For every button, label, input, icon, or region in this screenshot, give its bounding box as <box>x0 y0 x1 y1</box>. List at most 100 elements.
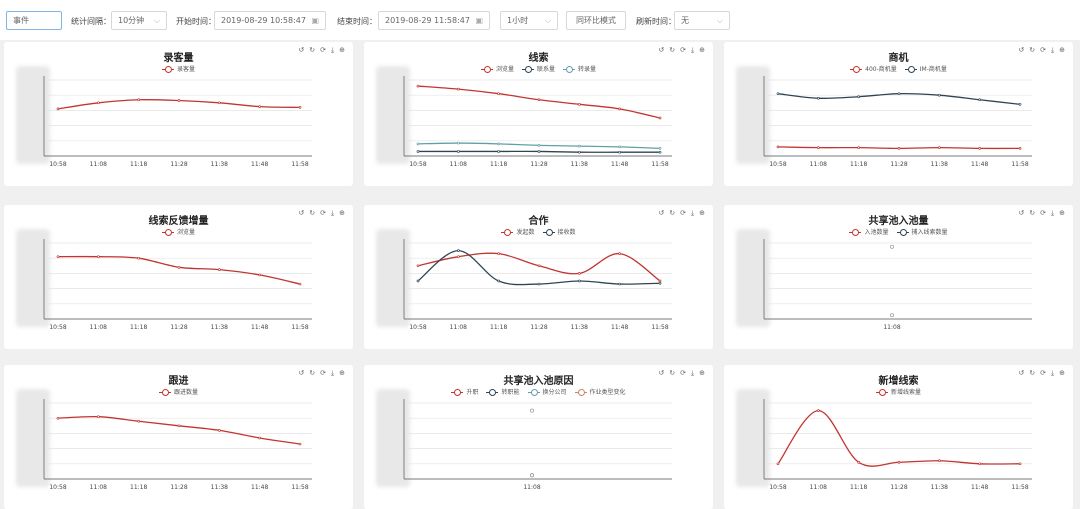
data-point[interactable] <box>577 144 581 148</box>
data-point[interactable] <box>96 255 100 259</box>
data-point[interactable] <box>137 256 141 260</box>
data-point[interactable] <box>298 282 302 286</box>
data-point[interactable] <box>978 462 982 466</box>
data-point[interactable] <box>1018 102 1022 106</box>
data-point[interactable] <box>497 252 501 255</box>
data-point[interactable] <box>537 150 541 153</box>
mode-select[interactable]: 事件 <box>6 11 62 30</box>
x-tick-label: 11:28 <box>170 484 187 491</box>
compare-mode-button[interactable]: 同环比模式 <box>566 11 626 30</box>
data-point[interactable] <box>577 272 581 275</box>
data-point[interactable] <box>416 150 420 153</box>
data-point[interactable] <box>890 313 894 318</box>
data-point[interactable] <box>937 93 941 97</box>
data-point[interactable] <box>1018 462 1022 466</box>
data-point[interactable] <box>658 147 662 150</box>
data-point[interactable] <box>658 281 662 285</box>
data-point[interactable] <box>776 92 780 96</box>
data-point[interactable] <box>618 252 622 255</box>
data-point[interactable] <box>456 141 460 145</box>
data-point[interactable] <box>937 146 941 149</box>
data-point[interactable] <box>897 92 901 96</box>
data-point[interactable] <box>618 145 622 149</box>
x-tick-label: 11:18 <box>130 161 147 168</box>
data-point[interactable] <box>456 150 460 153</box>
data-point[interactable] <box>857 460 861 464</box>
data-point[interactable] <box>937 459 941 463</box>
data-point[interactable] <box>978 98 982 102</box>
data-point[interactable] <box>258 105 262 108</box>
data-point[interactable] <box>897 147 901 150</box>
series-line <box>777 409 1021 467</box>
data-point[interactable] <box>658 116 662 120</box>
data-point[interactable] <box>217 268 221 271</box>
data-point[interactable] <box>96 101 100 105</box>
data-point[interactable] <box>776 145 780 149</box>
data-point[interactable] <box>618 107 622 111</box>
data-point[interactable] <box>497 142 501 146</box>
data-point[interactable] <box>177 99 181 102</box>
data-point[interactable] <box>416 279 420 283</box>
data-point[interactable] <box>857 95 861 99</box>
data-point[interactable] <box>56 107 60 111</box>
data-point[interactable] <box>456 249 460 252</box>
data-point[interactable] <box>456 87 460 91</box>
data-point[interactable] <box>816 96 820 100</box>
data-point[interactable] <box>577 279 581 283</box>
data-point[interactable] <box>816 409 820 412</box>
data-point[interactable] <box>258 436 262 440</box>
data-point[interactable] <box>258 273 262 277</box>
data-point[interactable] <box>577 102 581 106</box>
data-point[interactable] <box>96 415 100 419</box>
range-select[interactable]: 1小时 ⌵ <box>500 11 558 30</box>
end-time-input[interactable]: 2019-08-29 11:58:47 ▣ <box>378 11 490 30</box>
x-tick-label: 11:18 <box>850 161 867 168</box>
data-point[interactable] <box>137 98 141 102</box>
data-point[interactable] <box>537 144 541 147</box>
data-point[interactable] <box>577 150 581 154</box>
data-point[interactable] <box>530 473 534 478</box>
data-point[interactable] <box>177 424 181 428</box>
data-point[interactable] <box>658 150 662 154</box>
data-point[interactable] <box>816 146 820 149</box>
data-point[interactable] <box>497 92 501 96</box>
data-point[interactable] <box>416 264 420 268</box>
chart-panel: 线索 ↺ ↻ ⟳ ⤓ ⊕ 浏览量 联系量 转录量 10:58 11:08 11:18 11:28 11:3… <box>364 42 713 186</box>
data-point[interactable] <box>658 279 662 283</box>
data-point[interactable] <box>776 462 780 466</box>
chart-panel: 共享池入池量 ↺ ↻ ⟳ ⤓ ⊕ 入池数量 捕入线索数量 11:08 <box>724 205 1073 349</box>
data-point[interactable] <box>890 244 894 249</box>
data-point[interactable] <box>298 106 302 109</box>
data-point[interactable] <box>537 98 541 102</box>
data-point[interactable] <box>497 150 501 153</box>
x-tick-label: 11:58 <box>651 161 668 168</box>
x-tick-label: 11:48 <box>251 324 268 331</box>
start-time-input[interactable]: 2019-08-29 10:58:47 ▣ <box>214 11 326 30</box>
data-point[interactable] <box>497 279 501 283</box>
x-tick-label: 11:38 <box>571 324 588 331</box>
data-point[interactable] <box>137 419 141 423</box>
data-point[interactable] <box>456 255 460 259</box>
data-point[interactable] <box>217 101 221 105</box>
data-point[interactable] <box>217 429 221 432</box>
data-point[interactable] <box>537 282 541 286</box>
refresh-select[interactable]: 无 ⌵ <box>674 11 730 30</box>
data-point[interactable] <box>530 408 534 413</box>
interval-select[interactable]: 10分钟 ⌵ <box>111 11 167 30</box>
data-point[interactable] <box>298 442 302 446</box>
chart-plot: 10:58 11:08 11:18 11:28 11:38 11:48 11:58 <box>43 239 312 331</box>
data-point[interactable] <box>416 84 420 88</box>
chevron-down-icon: ⌵ <box>716 16 723 25</box>
data-point[interactable] <box>537 264 541 268</box>
x-tick-label: 11:58 <box>651 324 668 331</box>
data-point[interactable] <box>56 416 60 420</box>
data-point[interactable] <box>1018 147 1022 150</box>
data-point[interactable] <box>416 142 420 146</box>
data-point[interactable] <box>618 150 622 154</box>
data-point[interactable] <box>618 282 622 286</box>
data-point[interactable] <box>978 147 982 150</box>
data-point[interactable] <box>177 265 181 269</box>
data-point[interactable] <box>857 146 861 149</box>
data-point[interactable] <box>56 255 60 259</box>
data-point[interactable] <box>897 460 901 464</box>
